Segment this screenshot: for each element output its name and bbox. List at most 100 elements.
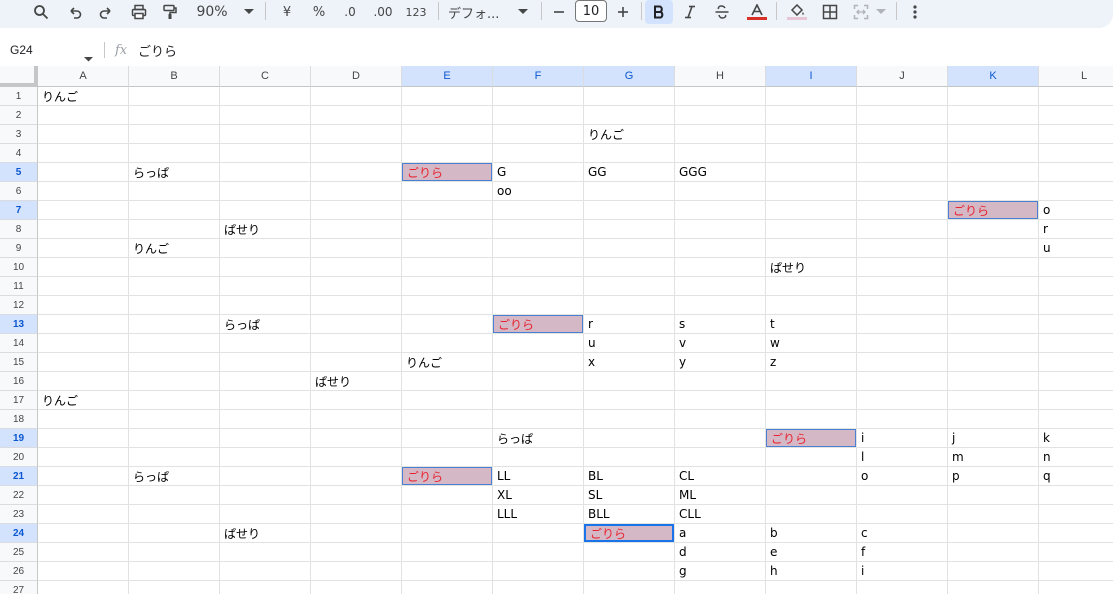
- decrease-decimal-button[interactable]: .0: [337, 0, 363, 24]
- cell-g22[interactable]: SL: [584, 486, 674, 504]
- cell-l20[interactable]: n: [1039, 448, 1113, 466]
- cell-h23[interactable]: CLL: [675, 505, 765, 523]
- cell-c8[interactable]: ぱせり: [220, 220, 310, 238]
- cell-c24[interactable]: ぱせり: [220, 524, 310, 542]
- row-header-13[interactable]: 13: [0, 315, 38, 334]
- row-header-21[interactable]: 21: [0, 467, 38, 486]
- cell-j21[interactable]: o: [857, 467, 947, 485]
- cell-b9[interactable]: りんご: [129, 239, 219, 257]
- cell-g21[interactable]: BL: [584, 467, 674, 485]
- column-header-j[interactable]: J: [857, 66, 948, 87]
- currency-button[interactable]: ¥: [276, 0, 298, 24]
- cell-f6[interactable]: oo: [493, 182, 583, 200]
- text-color-icon[interactable]: [744, 0, 770, 24]
- cell-a17[interactable]: りんご: [38, 391, 128, 409]
- cell-g13[interactable]: r: [584, 315, 674, 333]
- row-header-7[interactable]: 7: [0, 201, 38, 220]
- row-header-20[interactable]: 20: [0, 448, 38, 467]
- cell-i19[interactable]: ごりら: [766, 429, 856, 447]
- name-box[interactable]: G24: [10, 41, 94, 59]
- cell-j19[interactable]: i: [857, 429, 947, 447]
- name-box-caret-icon[interactable]: [84, 47, 93, 66]
- column-header-e[interactable]: E: [402, 66, 493, 87]
- cell-f23[interactable]: LLL: [493, 505, 583, 523]
- cell-a1[interactable]: りんご: [38, 87, 128, 105]
- cell-h21[interactable]: CL: [675, 467, 765, 485]
- zoom-select[interactable]: 90%: [190, 0, 234, 24]
- cell-l8[interactable]: r: [1039, 220, 1113, 238]
- column-header-a[interactable]: A: [38, 66, 129, 87]
- cell-h13[interactable]: s: [675, 315, 765, 333]
- strikethrough-icon[interactable]: [710, 0, 734, 24]
- row-header-26[interactable]: 26: [0, 562, 38, 581]
- fill-color-icon[interactable]: [784, 0, 810, 24]
- row-header-8[interactable]: 8: [0, 220, 38, 239]
- cell-h15[interactable]: y: [675, 353, 765, 371]
- cell-i10[interactable]: ぱせり: [766, 258, 856, 276]
- row-header-4[interactable]: 4: [0, 144, 38, 163]
- cell-e15[interactable]: りんご: [402, 353, 492, 371]
- row-header-12[interactable]: 12: [0, 296, 38, 315]
- font-select[interactable]: デフォ...: [448, 0, 512, 24]
- cell-f13[interactable]: ごりら: [493, 315, 583, 333]
- paint-format-icon[interactable]: [159, 0, 181, 24]
- row-header-6[interactable]: 6: [0, 182, 38, 201]
- increase-decimal-button[interactable]: .00: [369, 0, 397, 24]
- number-format-button[interactable]: 123: [402, 0, 430, 24]
- cell-d16[interactable]: ぱせり: [311, 372, 401, 390]
- row-header-14[interactable]: 14: [0, 334, 38, 353]
- column-header-f[interactable]: F: [493, 66, 584, 87]
- cell-g3[interactable]: りんご: [584, 125, 674, 143]
- cell-h25[interactable]: d: [675, 543, 765, 561]
- row-header-25[interactable]: 25: [0, 543, 38, 562]
- minus-icon[interactable]: [548, 0, 570, 24]
- cell-h5[interactable]: GGG: [675, 163, 765, 181]
- font-size-input[interactable]: 10: [575, 0, 607, 22]
- cell-h14[interactable]: v: [675, 334, 765, 352]
- undo-icon[interactable]: [64, 0, 86, 24]
- cell-l7[interactable]: o: [1039, 201, 1113, 219]
- select-all-corner[interactable]: [0, 66, 38, 87]
- percent-button[interactable]: %: [307, 0, 331, 24]
- cell-i14[interactable]: w: [766, 334, 856, 352]
- cell-e21[interactable]: ごりら: [402, 467, 492, 485]
- cell-h24[interactable]: a: [675, 524, 765, 542]
- row-header-16[interactable]: 16: [0, 372, 38, 391]
- row-header-24[interactable]: 24: [0, 524, 38, 543]
- cell-g14[interactable]: u: [584, 334, 674, 352]
- cell-l9[interactable]: u: [1039, 239, 1113, 257]
- row-header-2[interactable]: 2: [0, 106, 38, 125]
- cell-k20[interactable]: m: [948, 448, 1038, 466]
- cell-i15[interactable]: z: [766, 353, 856, 371]
- cell-l21[interactable]: q: [1039, 467, 1113, 485]
- column-header-i[interactable]: I: [766, 66, 857, 87]
- redo-icon[interactable]: [95, 0, 117, 24]
- row-header-18[interactable]: 18: [0, 410, 38, 429]
- cell-b5[interactable]: らっぱ: [129, 163, 219, 181]
- cell-g23[interactable]: BLL: [584, 505, 674, 523]
- row-header-27[interactable]: 27: [0, 581, 38, 594]
- cell-i24[interactable]: b: [766, 524, 856, 542]
- cell-f5[interactable]: G: [493, 163, 583, 181]
- cell-j25[interactable]: f: [857, 543, 947, 561]
- row-header-1[interactable]: 1: [0, 87, 38, 106]
- zoom-caret-icon[interactable]: [240, 0, 258, 24]
- row-header-23[interactable]: 23: [0, 505, 38, 524]
- borders-icon[interactable]: [818, 0, 842, 24]
- row-header-5[interactable]: 5: [0, 163, 38, 182]
- column-header-g[interactable]: G: [584, 66, 675, 87]
- row-header-11[interactable]: 11: [0, 277, 38, 296]
- cell-k21[interactable]: p: [948, 467, 1038, 485]
- print-icon[interactable]: [128, 0, 150, 24]
- column-header-d[interactable]: D: [311, 66, 402, 87]
- row-header-3[interactable]: 3: [0, 125, 38, 144]
- row-header-17[interactable]: 17: [0, 391, 38, 410]
- italic-icon[interactable]: [678, 0, 702, 24]
- row-header-19[interactable]: 19: [0, 429, 38, 448]
- cell-i25[interactable]: e: [766, 543, 856, 561]
- font-caret-icon[interactable]: [514, 0, 532, 24]
- cell-j26[interactable]: i: [857, 562, 947, 580]
- cell-i13[interactable]: t: [766, 315, 856, 333]
- column-header-l[interactable]: L: [1039, 66, 1113, 87]
- cell-f19[interactable]: らっぱ: [493, 429, 583, 447]
